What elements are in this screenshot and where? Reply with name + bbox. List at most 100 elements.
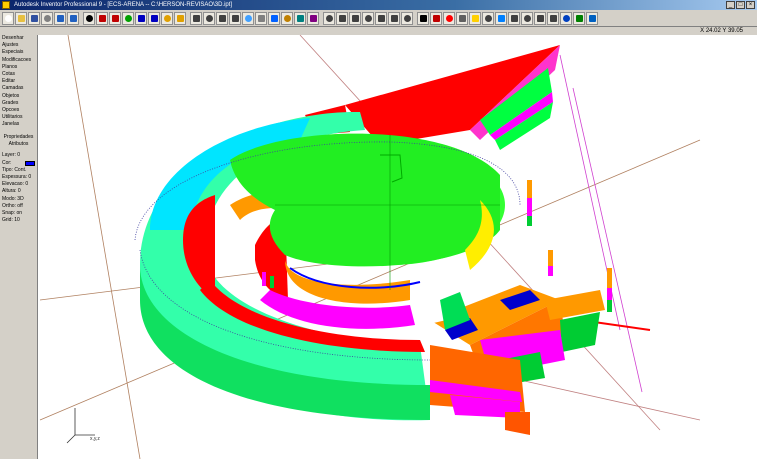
render-button[interactable]: [495, 11, 507, 25]
mirror-button[interactable]: [323, 11, 335, 25]
menu-item[interactable]: Cotas: [0, 71, 37, 78]
open-file-button[interactable]: [15, 11, 27, 25]
circle-button[interactable]: [122, 11, 134, 25]
property-row[interactable]: Ortho: off: [0, 203, 37, 210]
menu-item[interactable]: Grades: [0, 100, 37, 107]
command-menu: Desenhar Ajustes Especiais Modificacoes Plan…: [0, 35, 37, 128]
globe-icon: [588, 14, 596, 22]
color-swatch[interactable]: [25, 160, 35, 166]
menu-item[interactable]: Ajustes: [0, 42, 37, 49]
menu-item[interactable]: Opcoes: [0, 107, 37, 114]
property-row[interactable]: Tipo: Cont.: [0, 167, 37, 174]
redo-icon: [69, 14, 77, 22]
property-row[interactable]: Altura: 0: [0, 188, 37, 195]
attributes-section-label[interactable]: Atributos: [0, 141, 37, 148]
menu-item[interactable]: Camadas: [0, 85, 37, 92]
globe-button[interactable]: [586, 11, 598, 25]
hole-button[interactable]: [375, 11, 387, 25]
cube-button[interactable]: [281, 11, 293, 25]
redo-button[interactable]: [67, 11, 79, 25]
window-title: Autodesk Inventor Professional 9 - [ECS-…: [14, 2, 233, 8]
maximize-button[interactable]: □: [736, 1, 745, 9]
undo-button[interactable]: [54, 11, 66, 25]
save-button[interactable]: [28, 11, 40, 25]
cylinder-button[interactable]: [294, 11, 306, 25]
dimension-button[interactable]: [401, 11, 413, 25]
menu-item[interactable]: Desenhar: [0, 35, 37, 42]
menu-item[interactable]: Planos: [0, 64, 37, 71]
property-label: Modo: 3D: [2, 195, 24, 202]
pan-button[interactable]: [203, 11, 215, 25]
property-row[interactable]: Modo: 3D: [0, 196, 37, 203]
menu-item[interactable]: Objetos: [0, 93, 37, 100]
light-button[interactable]: [469, 11, 481, 25]
app-icon: [2, 1, 10, 9]
tree-button[interactable]: [573, 11, 585, 25]
camera-button[interactable]: [482, 11, 494, 25]
close-button[interactable]: ×: [746, 1, 755, 9]
print-icon: [43, 14, 51, 22]
fillet-button[interactable]: [349, 11, 361, 25]
polygon-icon: [150, 14, 158, 22]
import-button[interactable]: [521, 11, 533, 25]
rotate-icon: [218, 14, 226, 22]
color-button[interactable]: [443, 11, 455, 25]
property-row[interactable]: Grid: 10: [0, 217, 37, 224]
export-button[interactable]: [508, 11, 520, 25]
menu-item[interactable]: Especiais: [0, 49, 37, 56]
new-file-icon: [4, 14, 12, 22]
cone-icon: [309, 14, 317, 22]
rectangle-icon: [137, 14, 145, 22]
zoom-button[interactable]: [190, 11, 202, 25]
property-row[interactable]: Espessura: 0: [0, 174, 37, 181]
help-button[interactable]: [560, 11, 572, 25]
layer-button[interactable]: [430, 11, 442, 25]
arc-button[interactable]: [109, 11, 121, 25]
cone-button[interactable]: [307, 11, 319, 25]
extrude-button[interactable]: [161, 11, 173, 25]
material-button[interactable]: [456, 11, 468, 25]
fit-view-icon: [231, 14, 239, 22]
array-button[interactable]: [336, 11, 348, 25]
chamfer-icon: [364, 14, 372, 22]
menu-item[interactable]: Editar: [0, 78, 37, 85]
new-file-button[interactable]: [2, 11, 14, 25]
options-button[interactable]: [547, 11, 559, 25]
tree-icon: [575, 14, 583, 22]
line-button[interactable]: [96, 11, 108, 25]
shade-button[interactable]: [242, 11, 254, 25]
extrude-icon: [163, 14, 171, 22]
properties-button[interactable]: [534, 11, 546, 25]
sphere-button[interactable]: [268, 11, 280, 25]
menu-item[interactable]: Janelas: [0, 121, 37, 128]
revolve-button[interactable]: [174, 11, 186, 25]
revolve-icon: [176, 14, 184, 22]
wireframe-button[interactable]: [255, 11, 267, 25]
property-row[interactable]: Snap: on: [0, 210, 37, 217]
material-icon: [458, 14, 466, 22]
rotate-button[interactable]: [216, 11, 228, 25]
text-button[interactable]: [417, 11, 429, 25]
model-scene[interactable]: [38, 35, 757, 459]
3d-viewport[interactable]: x,y,z: [38, 35, 757, 459]
status-strip: [0, 27, 757, 35]
properties-icon: [536, 14, 544, 22]
property-row[interactable]: Cor:: [0, 160, 37, 167]
application-window: Autodesk Inventor Professional 9 - [ECS-…: [0, 0, 757, 459]
menu-item[interactable]: Utilitarios: [0, 114, 37, 121]
window-controls: _ □ ×: [726, 1, 755, 9]
measure-button[interactable]: [388, 11, 400, 25]
menu-item[interactable]: Modificacoes: [0, 57, 37, 64]
rectangle-button[interactable]: [135, 11, 147, 25]
property-label: Snap: on: [2, 209, 23, 216]
print-button[interactable]: [41, 11, 53, 25]
zoom-icon: [192, 14, 200, 22]
select-button[interactable]: [83, 11, 95, 25]
property-row[interactable]: Layer: 0: [0, 152, 37, 159]
fit-view-button[interactable]: [229, 11, 241, 25]
chamfer-button[interactable]: [362, 11, 374, 25]
title-bar[interactable]: Autodesk Inventor Professional 9 - [ECS-…: [0, 0, 757, 10]
property-row[interactable]: Elevacao: 0: [0, 181, 37, 188]
minimize-button[interactable]: _: [726, 1, 735, 9]
polygon-button[interactable]: [148, 11, 160, 25]
